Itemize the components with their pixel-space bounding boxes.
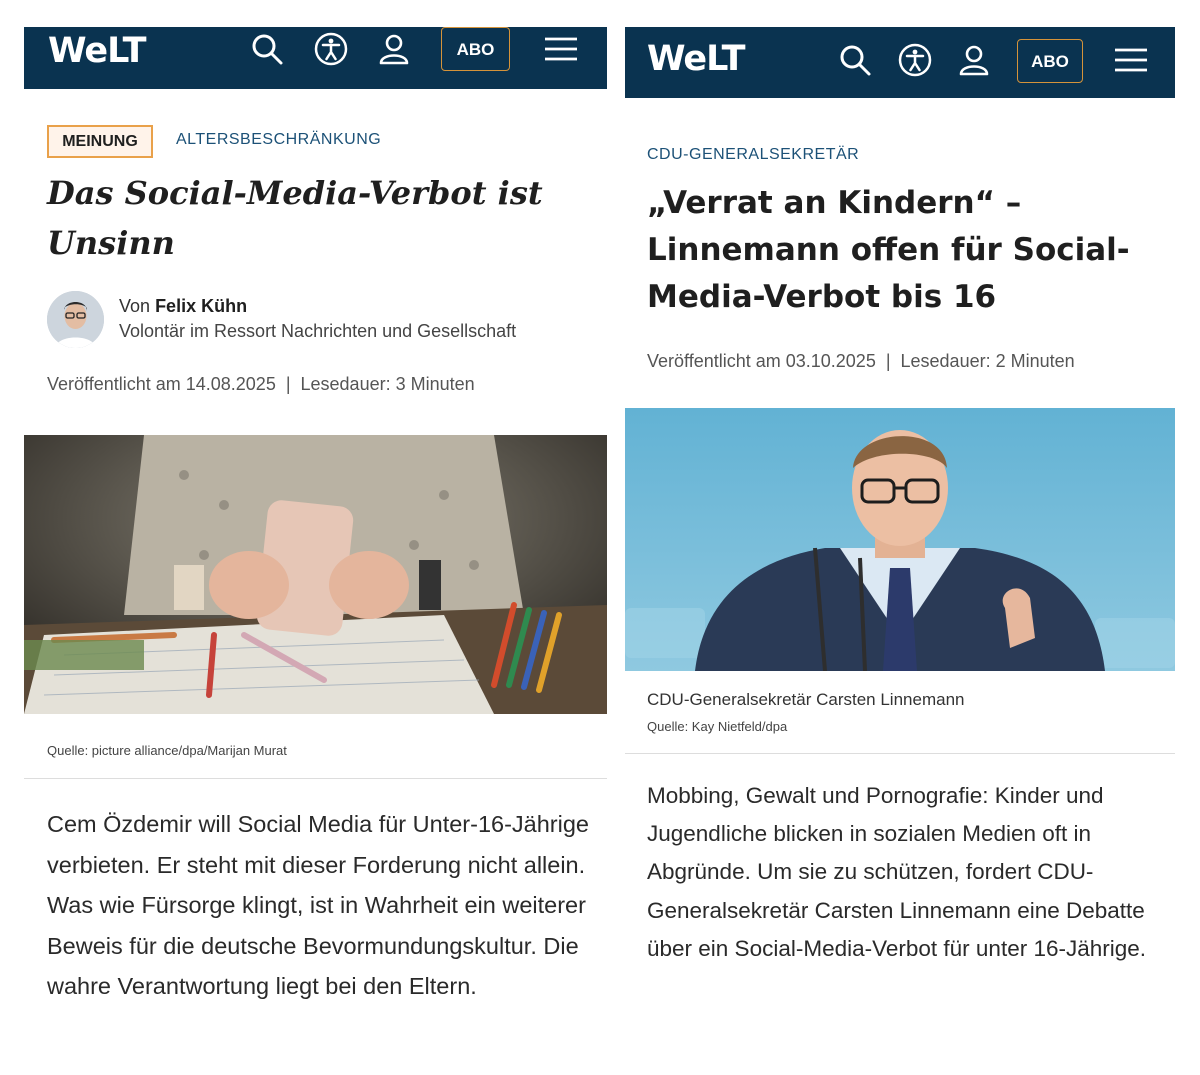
user-icon[interactable] xyxy=(376,31,412,67)
author-byline: Von Felix Kühn xyxy=(119,296,247,317)
menu-icon[interactable] xyxy=(1113,42,1149,78)
article-photo-linnemann xyxy=(625,408,1175,671)
article-photo-smartphone xyxy=(24,435,607,714)
article-lead: Cem Özdemir will Social Media für Unter-… xyxy=(47,811,589,1000)
opinion-badge: MEINUNG xyxy=(47,125,153,158)
article-headline: „Verrat an Kindern“ – Linnemann offen fü… xyxy=(647,185,1130,315)
search-icon[interactable] xyxy=(837,42,873,78)
right-article-screenshot: WeLT ABO CDU-GENERALSEKRETÄR „Verrat an … xyxy=(625,0,1175,1075)
abo-button[interactable]: ABO xyxy=(1017,39,1083,83)
divider xyxy=(625,753,1175,754)
article-headline: Das Social-Media-Verbot ist Unsinn xyxy=(47,174,543,262)
accessibility-icon[interactable] xyxy=(897,42,933,78)
search-icon[interactable] xyxy=(249,31,285,67)
publish-meta: Veröffentlicht am 14.08.2025 | Lesedauer… xyxy=(47,374,475,394)
divider xyxy=(24,778,607,779)
article-kicker[interactable]: CDU-GENERALSEKRETÄR xyxy=(647,146,859,164)
welt-logo[interactable]: WeLT xyxy=(48,31,146,71)
image-source: Quelle: Kay Nietfeld/dpa xyxy=(647,719,788,734)
left-article-screenshot: WeLT ABO MEINUNG ALTERSBESCHRÄNKUNG Das … xyxy=(24,0,607,1075)
abo-button[interactable]: ABO xyxy=(441,27,510,71)
site-header: WeLT ABO xyxy=(24,27,607,89)
site-header: WeLT ABO xyxy=(625,27,1175,98)
image-source: Quelle: picture alliance/dpa/Marijan Mur… xyxy=(47,743,287,758)
author-prefix: Von xyxy=(119,296,151,316)
author-role: Volontär im Ressort Nachrichten und Gese… xyxy=(119,321,517,341)
accessibility-icon[interactable] xyxy=(313,31,349,67)
user-icon[interactable] xyxy=(956,42,992,78)
publish-meta: Veröffentlicht am 03.10.2025 | Lesedauer… xyxy=(647,351,1075,371)
welt-logo[interactable]: WeLT xyxy=(647,39,745,79)
author-name[interactable]: Felix Kühn xyxy=(155,296,247,316)
menu-icon[interactable] xyxy=(543,31,579,67)
article-kicker[interactable]: ALTERSBESCHRÄNKUNG xyxy=(176,131,381,149)
article-lead: Mobbing, Gewalt und Pornografie: Kinder … xyxy=(647,783,1147,961)
author-avatar[interactable] xyxy=(47,291,104,348)
image-caption: CDU-Generalsekretär Carsten Linnemann xyxy=(647,690,965,709)
